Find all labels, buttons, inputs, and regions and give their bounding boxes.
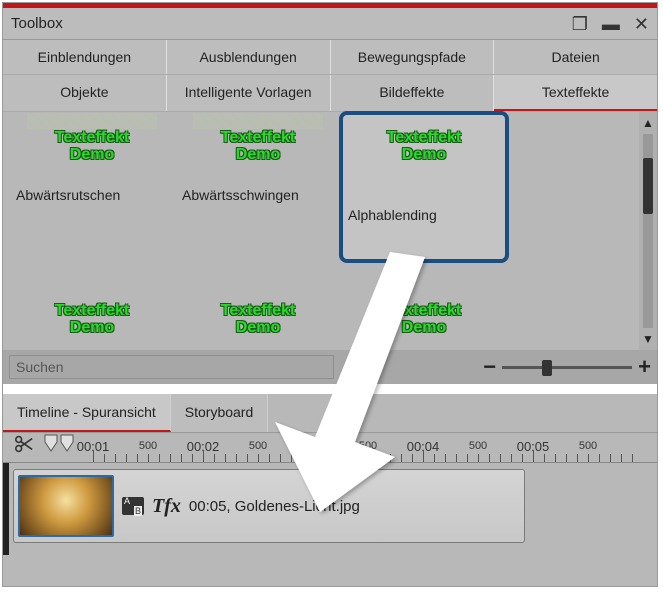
tab-bewegungspfade[interactable]: Bewegungspfade [331,40,495,74]
demo-text: Texteffekt Demo [55,303,129,337]
titlebar: Toolbox ❐ ▬ ✕ [3,8,657,40]
zoom-out-icon[interactable]: − [483,354,496,380]
tab-row-1: Einblendungen Ausblendungen Bewegungspfa… [3,40,657,75]
zoom-in-icon[interactable]: + [638,354,651,380]
scroll-down-icon[interactable]: ▼ [642,332,654,346]
track-start-marker [3,463,9,555]
tab-storyboard[interactable]: Storyboard [171,394,268,432]
effect-cell[interactable]: Texteffekt Demo [9,295,175,345]
effect-cell-alphablending[interactable]: Texteffekt Demo Alphablending [341,113,507,261]
effect-label: Abwärtsschwingen [178,181,338,207]
effect-cell-abwaertsrutschen[interactable]: Texteffekt Demo Abwärtsrutschen [9,113,175,261]
scissors-icon[interactable] [11,433,39,455]
timeline-ruler[interactable]: 00:0150000:0250000:0350000:0450000:05500 [3,433,657,463]
effect-cell[interactable]: Texteffekt Demo [175,295,341,345]
tab-dateien[interactable]: Dateien [494,40,657,74]
clip-thumbnail [18,475,114,537]
zoom-slider-track[interactable] [502,366,632,369]
restore-icon[interactable]: ❐ [572,15,588,33]
tab-row-2: Objekte Intelligente Vorlagen Bildeffekt… [3,75,657,112]
effect-cell-abwaertsschwingen[interactable]: Texteffekt Demo Abwärtsschwingen [175,113,341,261]
tab-einblendungen[interactable]: Einblendungen [3,40,167,74]
window-title: Toolbox [11,15,572,32]
effect-label: Abwärtsrutschen [12,181,172,207]
effects-grid: Texteffekt Demo Abwärtsrutschen Texteffe… [3,112,639,350]
ruler-half-label: 500 [249,440,267,452]
tab-timeline-spuransicht[interactable]: Timeline - Spuransicht [3,394,171,432]
demo-text: Texteffekt Demo [55,130,129,164]
zoom-slider-knob[interactable] [542,360,552,376]
tab-bildeffekte[interactable]: Bildeffekte [331,75,495,111]
close-icon[interactable]: ✕ [634,15,649,33]
demo-text: Texteffekt Demo [221,303,295,337]
ruler-half-label: 500 [139,440,157,452]
scroll-up-icon[interactable]: ▲ [642,116,654,130]
search-input[interactable] [9,355,334,379]
effect-cell[interactable]: Texteffekt Demo [341,295,507,345]
scroll-track[interactable] [643,134,653,328]
demo-text: Texteffekt Demo [387,303,461,337]
ruler-half-label: 500 [469,440,487,452]
transition-ab-icon[interactable] [122,497,144,515]
clip[interactable]: Tfx 00:05, Goldenes-Licht.jpg [13,469,525,543]
demo-text: Texteffekt Demo [221,130,295,164]
tab-texteffekte[interactable]: Texteffekte [494,75,657,111]
effect-label: Alphablending [344,181,504,227]
maximize-icon[interactable]: ▬ [602,15,620,33]
playhead-icon[interactable] [41,433,77,458]
ruler-half-label: 500 [579,440,597,452]
clip-label: 00:05, Goldenes-Licht.jpg [189,498,360,515]
tab-objekte[interactable]: Objekte [3,75,167,111]
grid-scrollbar[interactable]: ▲ ▼ [639,112,657,350]
tab-intelligente-vorlagen[interactable]: Intelligente Vorlagen [167,75,331,111]
timeline-track[interactable]: Tfx 00:05, Goldenes-Licht.jpg [3,463,657,555]
tab-ausblendungen[interactable]: Ausblendungen [167,40,331,74]
ruler-half-label: 500 [359,440,377,452]
text-effect-icon[interactable]: Tfx [152,495,181,518]
demo-text: Texteffekt Demo [387,130,461,164]
scroll-thumb[interactable] [643,158,653,214]
